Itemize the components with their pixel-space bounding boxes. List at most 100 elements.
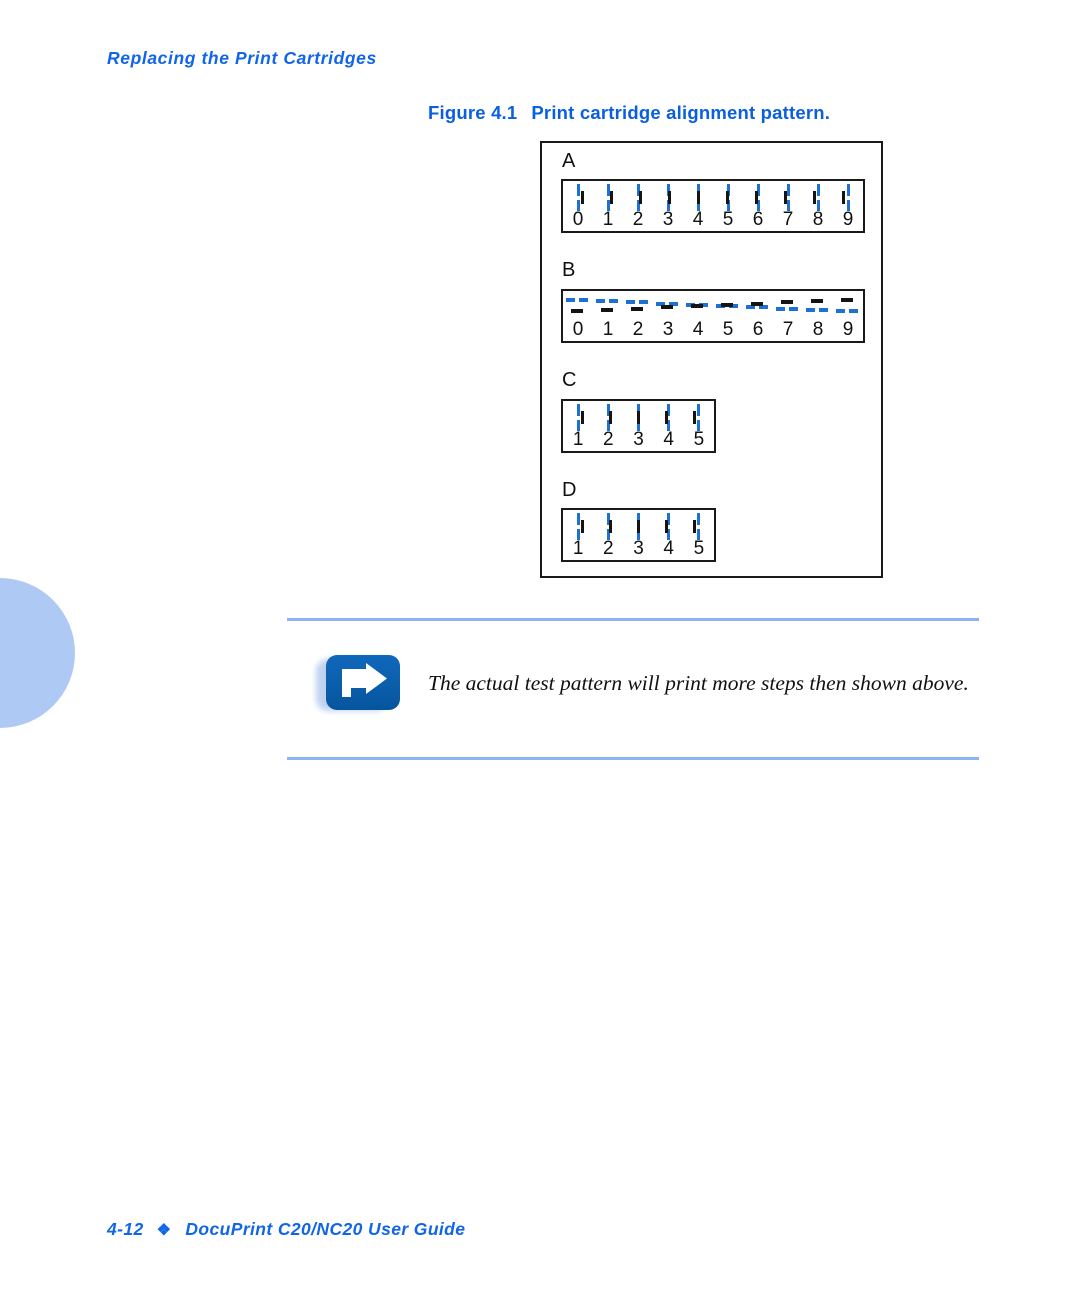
pattern-cell: 3	[623, 401, 653, 451]
pattern-cell-label: 5	[693, 429, 705, 450]
pattern-segment-black	[581, 191, 584, 204]
pattern-cell: 9	[833, 181, 863, 231]
pattern-segment-blue	[746, 305, 755, 310]
pattern-segment-blue	[596, 299, 605, 304]
figure-caption-number: Figure 4.1	[428, 102, 518, 123]
pattern-cell: 0	[563, 291, 593, 341]
pattern-segment-black	[813, 191, 816, 204]
pattern-segment-black	[601, 307, 613, 312]
arrow-right-note-icon	[326, 655, 400, 710]
pattern-cell-label: 7	[782, 209, 794, 230]
pattern-segment-black	[692, 520, 696, 533]
pattern-segment-blue	[566, 298, 575, 302]
figure-caption-text: Print cartridge alignment pattern.	[531, 102, 831, 123]
pattern-cell: 9	[833, 291, 863, 341]
pattern-segment-blue	[849, 309, 858, 313]
pattern-cell: 5	[713, 291, 743, 341]
pattern-cell: 0	[563, 181, 593, 231]
pattern-cell: 3	[623, 510, 653, 560]
pattern-cell-label: 5	[722, 319, 734, 340]
pattern-cell-label: 3	[662, 209, 674, 230]
pattern-segment-black	[755, 191, 758, 204]
pattern-segment-black	[637, 411, 640, 424]
pattern-segment-blue	[806, 307, 815, 312]
pattern-cell: 6	[743, 181, 773, 231]
pattern-segment-black	[637, 520, 640, 533]
pattern-cell: 4	[654, 510, 684, 560]
pattern-cell-label: 0	[572, 209, 584, 230]
pattern-segment-black	[631, 306, 643, 311]
note-text: The actual test pattern will print more …	[428, 671, 969, 695]
pattern-segment-black	[581, 411, 585, 424]
pattern-cell-label: 3	[633, 538, 644, 559]
pattern-cell: 8	[803, 181, 833, 231]
pattern-segment-blue	[759, 305, 768, 310]
pattern-cell: 2	[623, 291, 653, 341]
pattern-cell: 1	[563, 401, 593, 451]
pattern-segment-black	[661, 305, 673, 310]
pattern-segment-black	[721, 302, 733, 307]
pattern-segment-black	[610, 191, 613, 204]
pattern-cell-label: 8	[812, 319, 824, 340]
pattern-segment-black	[811, 299, 823, 304]
pattern-segment-blue	[697, 513, 701, 525]
pattern-segment-black	[639, 191, 642, 204]
pattern-segment-blue	[576, 184, 580, 196]
pattern-cell-label: 5	[722, 209, 734, 230]
pattern-cell: 6	[743, 291, 773, 341]
pattern-cell-label: 3	[662, 319, 674, 340]
pattern-segment-black	[609, 411, 613, 424]
pattern-cell: 5	[713, 181, 743, 231]
figure-caption: Figure 4.1 Print cartridge alignment patt…	[428, 102, 830, 124]
pattern-cell-label: 1	[602, 319, 614, 340]
pattern-segment-black	[842, 191, 845, 204]
pattern-cell: 4	[683, 291, 713, 341]
pattern-box-d: 12345	[561, 508, 716, 562]
pattern-cell-label: 9	[842, 319, 854, 340]
pattern-segment-blue	[579, 298, 588, 302]
pattern-cell: 1	[563, 510, 593, 560]
pattern-cell: 7	[773, 181, 803, 231]
pattern-box-c: 12345	[561, 399, 716, 453]
pattern-segment-black	[692, 411, 696, 424]
pattern-cell: 2	[593, 401, 623, 451]
note-rule-bottom	[287, 757, 979, 760]
pattern-cell-label: 4	[663, 429, 674, 450]
pattern-box-b: 0123456789	[561, 289, 865, 343]
pattern-group-letter-b: B	[562, 259, 576, 281]
pattern-cell-label: 6	[752, 209, 764, 230]
pattern-cell-label: 1	[572, 429, 584, 450]
pattern-segment-black	[581, 520, 585, 533]
pattern-segment-blue	[697, 404, 701, 416]
pattern-cell: 2	[593, 510, 623, 560]
pattern-group-letter-a: A	[562, 150, 576, 172]
pattern-segment-black	[751, 301, 763, 306]
footer-page-number: 4-12	[107, 1219, 144, 1239]
pattern-cell-label: 5	[693, 538, 705, 559]
pattern-segment-blue	[846, 184, 850, 196]
pattern-segment-blue	[626, 300, 635, 305]
pattern-cell-label: 6	[752, 319, 764, 340]
pattern-cell-label: 9	[842, 209, 854, 230]
pattern-cell: 2	[623, 181, 653, 231]
pattern-cell-label: 1	[602, 209, 614, 230]
pattern-segment-blue	[576, 513, 580, 525]
pattern-cell: 1	[593, 181, 623, 231]
running-header: Replacing the Print Cartridges	[107, 48, 377, 68]
note-icon-container	[316, 655, 400, 711]
page-footer: 4-12 ❖ DocuPrint C20/NC20 User Guide	[107, 1219, 465, 1240]
alignment-pattern-figure: A 0123456789 B 0123456789 C 12345 D 1234…	[540, 141, 883, 578]
pattern-cell-label: 2	[632, 209, 644, 230]
pattern-segment-black	[664, 411, 668, 424]
pattern-segment-black	[691, 304, 703, 309]
pattern-cell-label: 4	[663, 538, 674, 559]
pattern-segment-blue	[836, 309, 845, 313]
pattern-segment-black	[784, 191, 787, 204]
pattern-segment-black	[697, 191, 700, 204]
pattern-cell-label: 1	[572, 538, 584, 559]
pattern-cell: 4	[654, 401, 684, 451]
pattern-segment-blue	[816, 184, 820, 196]
pattern-cell-label: 2	[603, 429, 614, 450]
pattern-cell-label: 3	[633, 429, 644, 450]
pattern-segment-blue	[609, 299, 618, 304]
